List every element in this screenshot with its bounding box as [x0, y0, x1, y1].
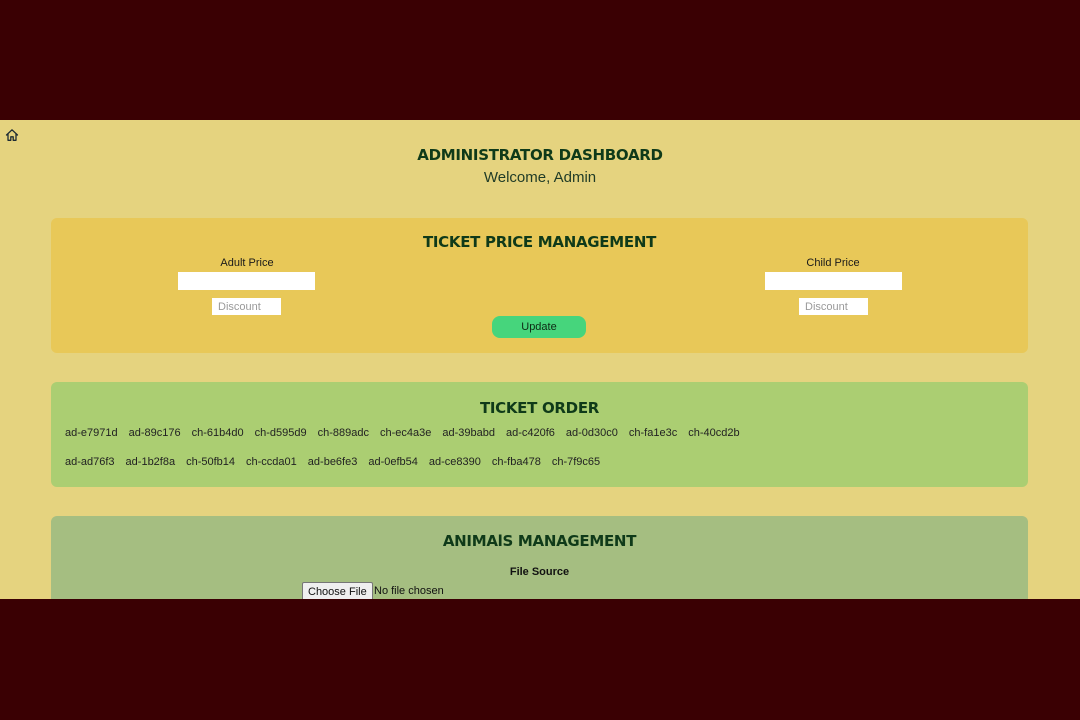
ticket-price-title: TICKET PRICE MANAGEMENT [422, 233, 657, 251]
adult-discount-input[interactable] [212, 298, 281, 315]
ticket-order-item[interactable]: ch-7f9c65 [552, 456, 600, 468]
child-price-input[interactable] [765, 272, 902, 290]
child-price-label: Child Price [806, 257, 860, 269]
ticket-order-item[interactable]: ad-0d30c0 [566, 427, 618, 439]
ticket-order-item[interactable]: ch-fa1e3c [629, 427, 677, 439]
ticket-order-item[interactable]: ch-d595d9 [255, 427, 307, 439]
ticket-order-item[interactable]: ad-89c176 [129, 427, 181, 439]
page-title: ADMINISTRATOR DASHBOARD [417, 146, 663, 164]
file-source-label: File Source [509, 566, 570, 578]
ticket-order-item[interactable]: ch-889adc [318, 427, 369, 439]
ticket-order-title: TICKET ORDER [479, 399, 600, 417]
home-icon[interactable] [5, 128, 19, 142]
ticket-price-panel: TICKET PRICE MANAGEMENT Adult Price Chil… [51, 218, 1028, 353]
ticket-order-row-1: ad-e7971d ad-89c176 ch-61b4d0 ch-d595d9 ch-8… [65, 427, 751, 439]
animals-title: ANIMAlS MANAGEMENT [442, 532, 637, 550]
ticket-order-item[interactable]: ad-c420f6 [506, 427, 555, 439]
adult-price-label: Adult Price [220, 257, 274, 269]
choose-file-button[interactable]: Choose File [302, 582, 373, 599]
ticket-order-item[interactable]: ch-ccda01 [246, 456, 297, 468]
ticket-order-item[interactable]: ch-61b4d0 [192, 427, 244, 439]
ticket-order-item[interactable]: ch-fba478 [492, 456, 541, 468]
welcome-text: Welcome, Admin [483, 169, 597, 186]
child-discount-input[interactable] [799, 298, 868, 315]
file-status-text: No file chosen [374, 585, 444, 597]
dashboard-page: ADMINISTRATOR DASHBOARD Welcome, Admin T… [0, 120, 1080, 599]
adult-price-input[interactable] [178, 272, 315, 290]
ticket-order-row-2: ad-ad76f3 ad-1b2f8a ch-50fb14 ch-ccda01 ad-b… [65, 456, 611, 468]
ticket-order-item[interactable]: ad-e7971d [65, 427, 118, 439]
ticket-order-item[interactable]: ch-50fb14 [186, 456, 235, 468]
animals-panel: ANIMAlS MANAGEMENT File Source Choose Fi… [51, 516, 1028, 599]
ticket-order-item[interactable]: ad-ce8390 [429, 456, 481, 468]
ticket-order-panel: TICKET ORDER ad-e7971d ad-89c176 ch-61b4d0… [51, 382, 1028, 487]
ticket-order-item[interactable]: ad-1b2f8a [126, 456, 176, 468]
ticket-order-item[interactable]: ch-ec4a3e [380, 427, 431, 439]
ticket-order-item[interactable]: ad-ad76f3 [65, 456, 115, 468]
ticket-order-item[interactable]: ad-39babd [442, 427, 495, 439]
ticket-order-item[interactable]: ad-0efb54 [368, 456, 418, 468]
update-button[interactable]: Update [492, 316, 586, 338]
ticket-order-item[interactable]: ch-40cd2b [688, 427, 739, 439]
ticket-order-item[interactable]: ad-be6fe3 [308, 456, 358, 468]
